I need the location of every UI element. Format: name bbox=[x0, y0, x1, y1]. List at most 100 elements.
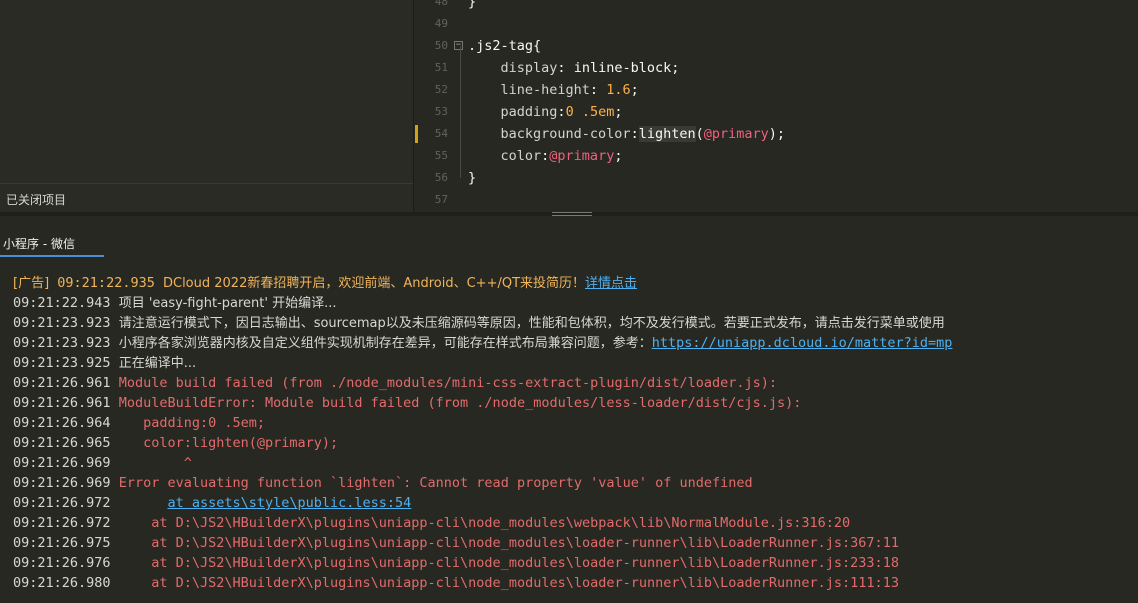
log-row: 09:21:23.925 正在编译中... bbox=[13, 353, 1138, 373]
line-number: 52 bbox=[434, 83, 448, 96]
console-panel: 小程序 - 微信 [广告] 09:21:22.935 DCloud 2022新春… bbox=[0, 216, 1138, 603]
css-property: background-color bbox=[500, 126, 631, 142]
log-timestamp: 09:21:26.961 bbox=[13, 395, 111, 411]
code-text[interactable]: padding:0 .5em; bbox=[468, 101, 623, 123]
line-number: 48 bbox=[434, 0, 448, 8]
code-editor[interactable]: 48 } 49 50 − .js2-tag{ 51 display: inlin… bbox=[415, 0, 1138, 212]
line-number: 50 bbox=[434, 39, 448, 52]
log-row: 09:21:26.964 padding:0 .5em; bbox=[13, 413, 1138, 433]
log-row: 09:21:26.961 ModuleBuildError: Module bu… bbox=[13, 393, 1138, 413]
log-row: 09:21:26.972 at assets\style\public.less… bbox=[13, 493, 1138, 513]
error-message: at D:\JS2\HBuilderX\plugins\uniapp-cli\n… bbox=[118, 515, 851, 531]
log-timestamp: 09:21:26.965 bbox=[13, 435, 111, 451]
code-line[interactable]: 54 background-color:lighten(@primary); bbox=[415, 123, 1138, 145]
css-property: display bbox=[500, 60, 558, 76]
line-number: 56 bbox=[434, 171, 448, 184]
log-timestamp: 09:21:26.969 bbox=[13, 475, 111, 491]
css-function: lighten bbox=[638, 126, 696, 142]
log-timestamp: 09:21:26.969 bbox=[13, 455, 111, 471]
ad-details-link[interactable]: 详情点击 bbox=[585, 276, 637, 291]
error-message: ^ bbox=[118, 455, 192, 471]
code-text[interactable]: } bbox=[468, 0, 476, 13]
code-line[interactable]: 55 color:@primary; bbox=[415, 145, 1138, 167]
log-timestamp: 09:21:26.972 bbox=[13, 495, 111, 511]
code-line[interactable]: 49 bbox=[415, 13, 1138, 35]
css-variable: @primary bbox=[549, 148, 615, 164]
log-timestamp: 09:21:22.935 bbox=[57, 275, 155, 291]
css-selector: .js2-tag bbox=[468, 38, 534, 54]
line-number: 55 bbox=[434, 149, 448, 162]
log-timestamp: 09:21:26.961 bbox=[13, 375, 111, 391]
css-value: 1.6 bbox=[606, 82, 631, 98]
log-row: 09:21:26.972 at D:\JS2\HBuilderX\plugins… bbox=[13, 513, 1138, 533]
error-message: Module build failed (from ./node_modules… bbox=[118, 375, 778, 391]
line-number: 54 bbox=[434, 127, 448, 140]
code-text[interactable]: display: inline-block; bbox=[468, 57, 680, 79]
code-line[interactable]: 57 bbox=[415, 189, 1138, 211]
console-tabbar: 小程序 - 微信 bbox=[0, 216, 1138, 258]
project-sidebar[interactable]: 已关闭项目 bbox=[0, 0, 414, 212]
tab-miniprogram-wechat[interactable]: 小程序 - 微信 bbox=[0, 235, 104, 257]
css-property: padding bbox=[500, 104, 558, 120]
code-line[interactable]: 52 line-height: 1.6; bbox=[415, 79, 1138, 101]
error-message: at D:\JS2\HBuilderX\plugins\uniapp-cli\n… bbox=[118, 535, 899, 551]
open-brace: { bbox=[533, 38, 542, 54]
line-number: 51 bbox=[434, 61, 448, 74]
code-text[interactable]: color:@primary; bbox=[468, 145, 623, 167]
log-row: 09:21:23.923 请注意运行模式下，因日志输出、sourcemap以及未… bbox=[13, 313, 1138, 333]
splitter-grip bbox=[552, 212, 592, 213]
log-rows: 09:21:22.943 项目 'easy-fight-parent' 开始编译… bbox=[13, 293, 1138, 593]
css-property: line-height bbox=[500, 82, 590, 98]
log-row: 09:21:26.969 ^ bbox=[13, 453, 1138, 473]
code-line[interactable]: 48 } bbox=[415, 0, 1138, 13]
ad-tag: [广告] bbox=[13, 276, 50, 291]
error-message: at D:\JS2\HBuilderX\plugins\uniapp-cli\n… bbox=[118, 555, 899, 571]
log-row: 09:21:26.969 Error evaluating function `… bbox=[13, 473, 1138, 493]
line-number: 49 bbox=[434, 17, 448, 30]
log-row-ad: [广告] 09:21:22.935 DCloud 2022新春招聘开启，欢迎前端… bbox=[13, 273, 1138, 293]
log-message: 正在编译中... bbox=[118, 356, 197, 371]
error-message: ModuleBuildError: Module build failed (f… bbox=[118, 395, 802, 411]
log-row: 09:21:26.961 Module build failed (from .… bbox=[13, 373, 1138, 393]
fold-collapse-icon[interactable]: − bbox=[454, 41, 463, 50]
source-location-link[interactable]: at assets\style\public.less:54 bbox=[167, 495, 411, 511]
log-timestamp: 09:21:26.975 bbox=[13, 535, 111, 551]
code-text[interactable]: line-height: 1.6; bbox=[468, 79, 639, 101]
top-area: 已关闭项目 48 } 49 50 − .js2-tag{ 51 display:… bbox=[0, 0, 1138, 212]
log-timestamp: 09:21:23.925 bbox=[13, 355, 111, 371]
code-line[interactable]: 53 padding:0 .5em; bbox=[415, 101, 1138, 123]
error-message: Error evaluating function `lighten`: Can… bbox=[118, 475, 753, 491]
log-timestamp: 09:21:26.972 bbox=[13, 515, 111, 531]
css-value: 0 .5em bbox=[565, 104, 615, 120]
code-line[interactable]: 51 display: inline-block; bbox=[415, 57, 1138, 79]
log-timestamp: 09:21:26.964 bbox=[13, 415, 111, 431]
log-row: 09:21:26.975 at D:\JS2\HBuilderX\plugins… bbox=[13, 533, 1138, 553]
log-timestamp: 09:21:23.923 bbox=[13, 315, 111, 331]
log-row: 09:21:23.923 小程序各家浏览器内核及自定义组件实现机制存在差异，可能… bbox=[13, 333, 1138, 353]
code-line[interactable]: 56 } bbox=[415, 167, 1138, 189]
log-timestamp: 09:21:22.943 bbox=[13, 295, 111, 311]
ad-text: DCloud 2022新春招聘开启，欢迎前端、Android、C++/QT来投简… bbox=[162, 276, 586, 291]
log-timestamp: 09:21:26.980 bbox=[13, 575, 111, 591]
error-message: padding:0 .5em; bbox=[118, 415, 265, 431]
error-message: at D:\JS2\HBuilderX\plugins\uniapp-cli\n… bbox=[118, 575, 899, 591]
log-timestamp: 09:21:26.976 bbox=[13, 555, 111, 571]
code-line[interactable]: 50 − .js2-tag{ bbox=[415, 35, 1138, 57]
log-row: 09:21:22.943 项目 'easy-fight-parent' 开始编译… bbox=[13, 293, 1138, 313]
console-log[interactable]: [广告] 09:21:22.935 DCloud 2022新春招聘开启，欢迎前端… bbox=[13, 273, 1138, 593]
code-text[interactable]: } bbox=[468, 167, 476, 189]
css-variable: @primary bbox=[703, 126, 769, 142]
code-text[interactable]: .js2-tag{ bbox=[468, 35, 541, 57]
closed-projects-label[interactable]: 已关闭项目 bbox=[0, 183, 413, 212]
css-property: color bbox=[500, 148, 542, 164]
code-text[interactable]: background-color:lighten(@primary); bbox=[468, 123, 785, 145]
log-row: 09:21:26.976 at D:\JS2\HBuilderX\plugins… bbox=[13, 553, 1138, 573]
line-number: 57 bbox=[434, 193, 448, 206]
log-row: 09:21:26.965 color:lighten(@primary); bbox=[13, 433, 1138, 453]
css-value: inline-block bbox=[573, 60, 672, 76]
docs-link[interactable]: https://uniapp.dcloud.io/matter?id=mp bbox=[652, 335, 953, 351]
log-message: 项目 'easy-fight-parent' 开始编译... bbox=[118, 296, 337, 311]
log-message: 小程序各家浏览器内核及自定义组件实现机制存在差异，可能存在样式布局兼容问题，参考… bbox=[118, 336, 652, 351]
error-message: color:lighten(@primary); bbox=[118, 435, 339, 451]
log-row: 09:21:26.980 at D:\JS2\HBuilderX\plugins… bbox=[13, 573, 1138, 593]
